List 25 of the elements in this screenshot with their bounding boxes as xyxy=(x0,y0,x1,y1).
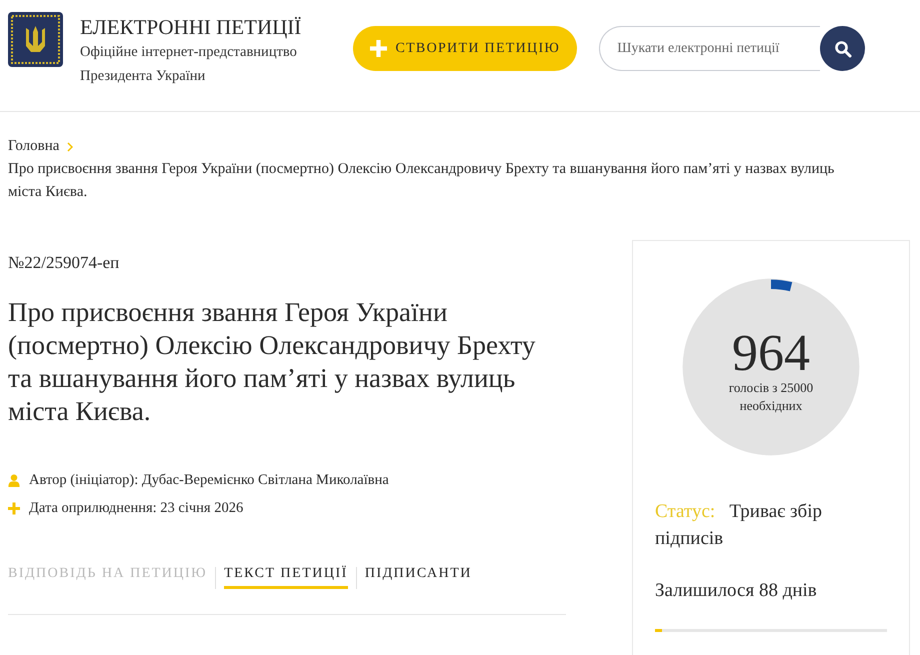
plus-icon xyxy=(370,40,388,57)
vote-caption: необхідних xyxy=(740,397,802,415)
vote-count: 964 xyxy=(732,329,810,379)
meta-text: Автор (ініціатор): Дубас-Веремієнко Світлана Миколаївна xyxy=(29,471,389,490)
site-subtitle: Офіційне інтернет-представництво xyxy=(80,43,298,62)
person-icon xyxy=(8,474,20,486)
tab[interactable]: ТЕКСТ ПЕТИЦІЇ xyxy=(224,566,348,589)
create-petition-button[interactable]: СТВОРИТИ ПЕТИЦІЮ xyxy=(353,26,578,71)
petition-number: №22/259074-еп xyxy=(8,253,120,273)
search-icon xyxy=(834,40,852,58)
petition-title: Про присвоєння звання Героя України (посмертно) Олексію Олександровичу Брехту та вшанування його пам’яті у назвах вулиць міста Києва. xyxy=(8,296,536,428)
plus-icon xyxy=(8,502,20,514)
search-button[interactable] xyxy=(820,26,866,71)
meta-text: Дата оприлюднення: 23 січня 2026 xyxy=(29,499,244,518)
status-text: Статус: Триває збір підписів xyxy=(655,500,823,551)
vote-caption: голосів з 25000 xyxy=(728,379,814,397)
site-title[interactable]: ЕЛЕКТРОННІ ПЕТИЦІЇ xyxy=(80,14,302,40)
chevron-icon xyxy=(67,142,74,152)
breadcrumb-link[interactable]: Головна xyxy=(8,135,60,158)
trident-logo-icon[interactable] xyxy=(8,12,63,67)
tab[interactable]: ПІДПИСАНТИ xyxy=(364,566,472,589)
days-left: Залишилося 88 днів xyxy=(655,580,818,602)
search-field[interactable]: Шукати електронні петиції xyxy=(599,26,820,71)
breadcrumb-current: Про присвоєння звання Героя України (посмертно) Олексію Олександровичу Брехту та вшанування його пам’яті у назвах вулиць міста Києва. xyxy=(8,160,836,202)
site-subtitle: Президента України xyxy=(80,67,206,86)
